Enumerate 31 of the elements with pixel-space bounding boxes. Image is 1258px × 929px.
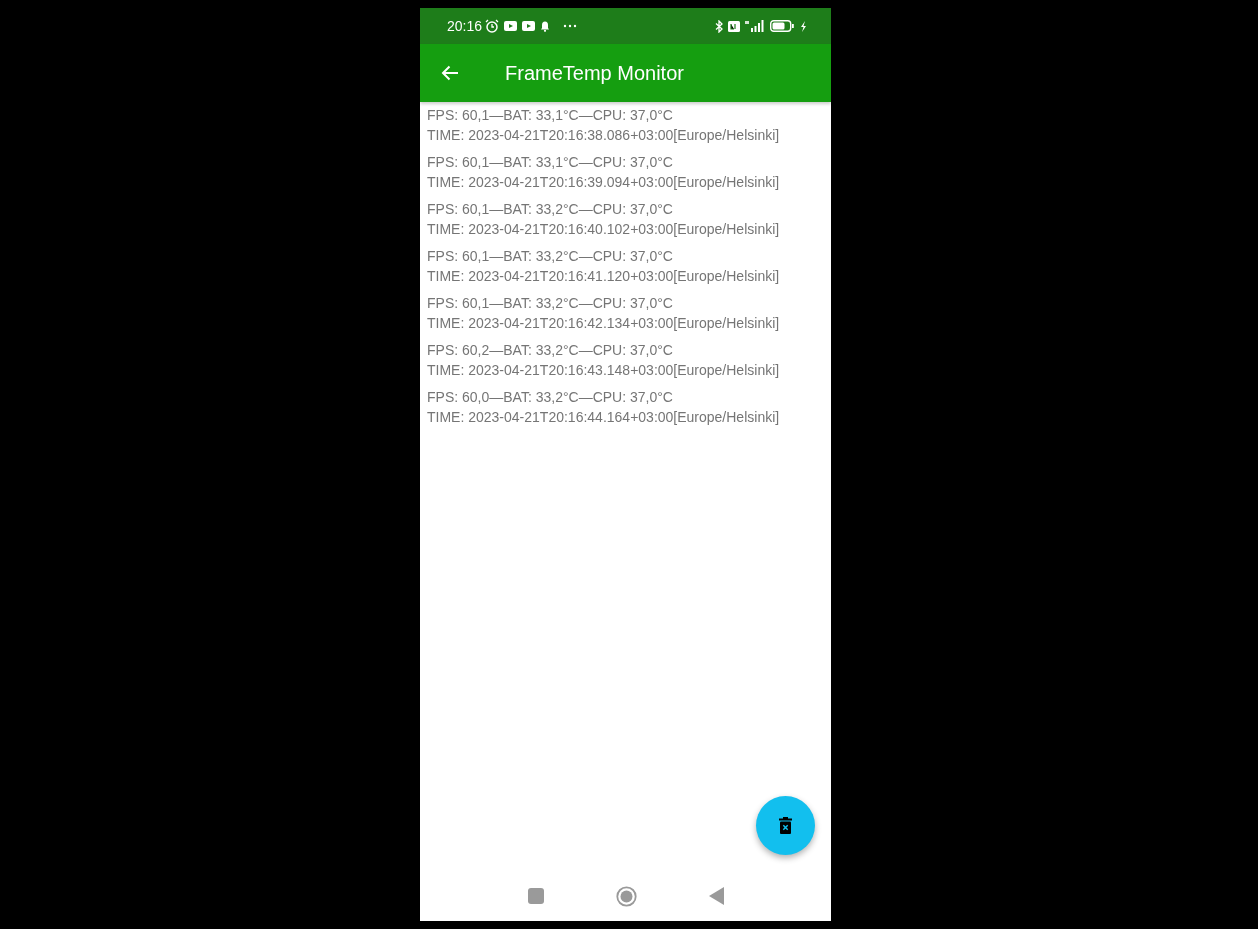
reading-time: TIME: 2023-04-21T20:16:39.094+03:00[Europe/Helsinki] (427, 173, 781, 192)
reading-values: FPS: 60,1—BAT: 33,1°C—CPU: 37,0°C (427, 153, 674, 172)
reading-time: TIME: 2023-04-21T20:16:42.134+03:00[Europe/Helsinki] (427, 314, 781, 333)
reading-values: FPS: 60,1—BAT: 33,2°C—CPU: 37,0°C (427, 200, 674, 219)
home-button[interactable] (615, 885, 637, 907)
reading-time: TIME: 2023-04-21T20:16:43.148+03:00[Europe/Helsinki] (427, 361, 781, 380)
reading-values: FPS: 60,1—BAT: 33,2°C—CPU: 37,0°C (427, 247, 674, 266)
bluetooth-icon (715, 19, 723, 33)
reading-values: FPS: 60,2—BAT: 33,2°C—CPU: 37,0°C (427, 341, 674, 360)
delete-button[interactable] (756, 796, 815, 855)
video-icon (522, 21, 536, 31)
reading-time: TIME: 2023-04-21T20:16:38.086+03:00[Europe/Helsinki] (427, 126, 781, 145)
bell-icon (540, 20, 551, 32)
reading-values: FPS: 60,1—BAT: 33,2°C—CPU: 37,0°C (427, 294, 674, 313)
signal-icon (745, 20, 765, 32)
more-icon (563, 24, 578, 28)
reading-time: TIME: 2023-04-21T20:16:41.120+03:00[Europe/Helsinki] (427, 267, 781, 286)
clock: 20:16 (447, 18, 483, 34)
alarm-icon (485, 19, 500, 33)
reading-values: FPS: 60,0—BAT: 33,2°C—CPU: 37,0°C (427, 388, 674, 407)
charging-icon (800, 20, 807, 32)
app-title: FrameTemp Monitor (505, 61, 684, 85)
back-nav-button[interactable] (708, 887, 724, 905)
reading-time: TIME: 2023-04-21T20:16:40.102+03:00[Europe/Helsinki] (427, 220, 781, 239)
trash-icon (779, 817, 792, 834)
video-icon (504, 21, 518, 31)
back-arrow-icon (441, 65, 459, 81)
recents-button[interactable] (527, 888, 544, 904)
reading-values: FPS: 60,1—BAT: 33,1°C—CPU: 37,0°C (427, 106, 674, 125)
reading-time: TIME: 2023-04-21T20:16:44.164+03:00[Europe/Helsinki] (427, 408, 781, 427)
battery-icon (770, 20, 795, 32)
